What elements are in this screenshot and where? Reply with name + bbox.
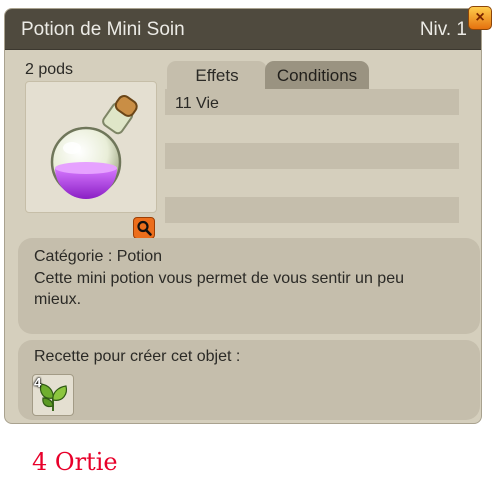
effects-list: 11 Vie	[165, 89, 459, 223]
tab-effects[interactable]: Effets	[167, 61, 267, 89]
recipe-panel: Recette pour créer cet objet : 4	[18, 340, 480, 420]
magnifier-icon	[137, 220, 152, 236]
ingredient-quantity: 4	[34, 375, 42, 390]
item-title: Potion de Mini Soin	[21, 19, 185, 40]
potion-icon	[50, 95, 138, 199]
ingredient-caption: 4 Ortie	[32, 448, 118, 476]
item-category: Catégorie : Potion	[34, 248, 163, 265]
title-bar: Potion de Mini Soin Niv. 1	[5, 9, 481, 50]
empty-effect-row	[165, 143, 459, 169]
zoom-button[interactable]	[133, 217, 155, 239]
empty-effect-row	[165, 197, 459, 223]
effect-row: 11 Vie	[165, 89, 459, 115]
item-level: Niv. 1	[419, 19, 467, 40]
tab-conditions[interactable]: Conditions	[265, 61, 369, 89]
item-image-frame	[25, 81, 157, 213]
item-weight: 2 pods	[25, 61, 74, 78]
recipe-ingredient[interactable]: 4	[32, 374, 74, 416]
close-icon: ×	[475, 9, 485, 26]
item-description: Cette mini potion vous permet de vous se…	[34, 270, 404, 308]
effect-text: 11 Vie	[175, 95, 219, 112]
description-panel: Catégorie : Potion Cette mini potion vou…	[18, 238, 480, 334]
recipe-title: Recette pour créer cet objet :	[34, 348, 241, 365]
close-button[interactable]: ×	[468, 6, 492, 30]
